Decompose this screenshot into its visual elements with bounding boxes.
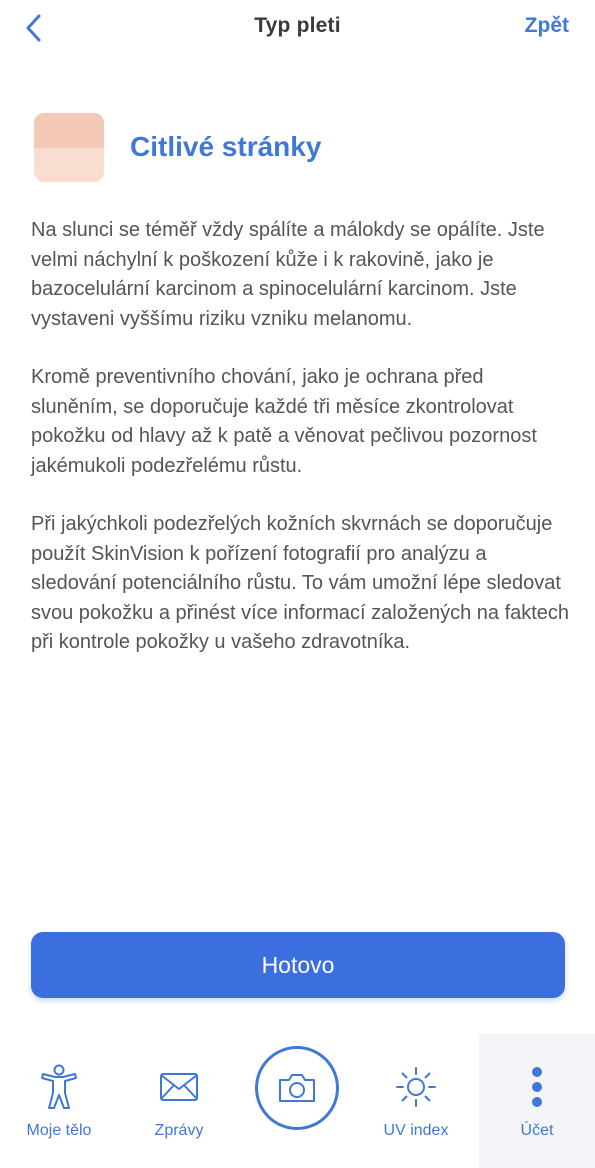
- description-paragraph: Kromě preventivního chování, jako je och…: [31, 366, 537, 477]
- description-paragraph: Při jakýchkoli podezřelých kožních skvrn…: [31, 513, 570, 653]
- camera-button[interactable]: [255, 1046, 339, 1130]
- tab-my-body[interactable]: Moje tělo: [0, 1034, 118, 1168]
- tab-label: Moje tělo: [26, 1122, 92, 1139]
- nav-header: Typ pleti Zpět: [0, 0, 595, 58]
- skin-type-description: Na slunci se téměř vždy spálíte a málokd…: [31, 216, 571, 687]
- tab-label: Zprávy: [154, 1122, 204, 1139]
- skin-tone-swatch: [34, 113, 104, 182]
- skin-type-title: Citlivé stránky: [130, 131, 322, 162]
- done-button[interactable]: Hotovo: [31, 932, 565, 998]
- tab-messages[interactable]: Zprávy: [118, 1034, 240, 1168]
- skin-tone-swatch-top: [34, 113, 104, 148]
- camera-icon: [279, 1074, 315, 1102]
- tab-account[interactable]: Účet: [479, 1034, 595, 1168]
- skin-type-screen: Typ pleti Zpět Citlivé stránky Na slunci…: [0, 0, 595, 1168]
- tab-uv-index[interactable]: UV index: [356, 1034, 476, 1168]
- description-paragraph: Na slunci se téměř vždy spálíte a málokd…: [31, 219, 545, 330]
- more-vertical-icon: [529, 1064, 545, 1110]
- skin-tone-swatch-bottom: [34, 148, 104, 182]
- back-text-button[interactable]: Zpět: [525, 14, 569, 38]
- page-title: Typ pleti: [254, 14, 341, 37]
- sun-icon: [395, 1064, 437, 1110]
- tab-label: UV index: [383, 1122, 449, 1139]
- tab-label: Účet: [520, 1122, 554, 1139]
- envelope-icon: [159, 1064, 199, 1110]
- body-icon: [39, 1064, 79, 1110]
